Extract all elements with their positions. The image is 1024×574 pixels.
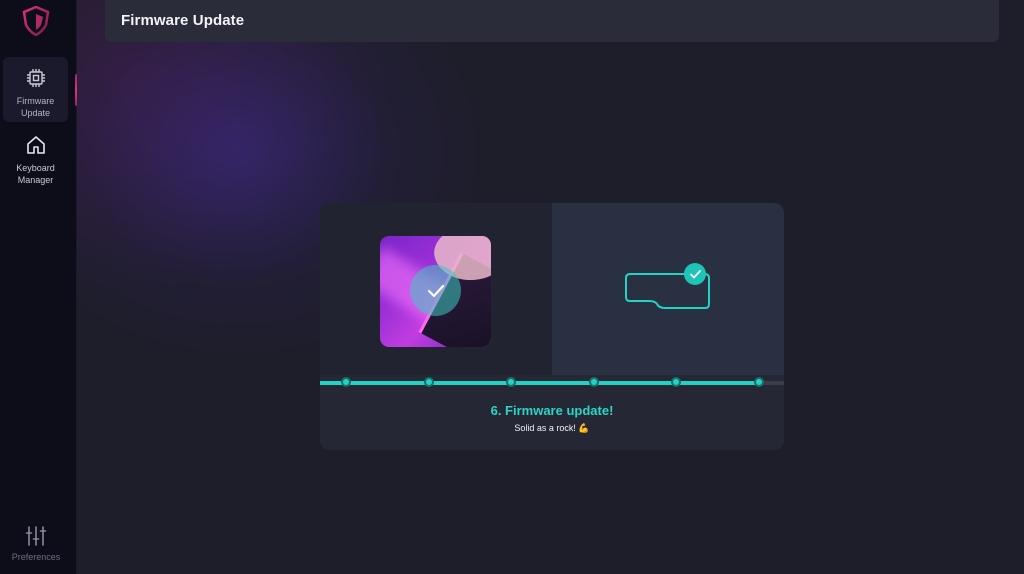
page-header: Firmware Update bbox=[105, 0, 999, 42]
chip-icon bbox=[26, 69, 45, 87]
checkmark-overlay-icon bbox=[410, 265, 461, 316]
keyboard-photo bbox=[380, 236, 491, 347]
sliders-icon bbox=[25, 526, 47, 546]
step-title: 6. Firmware update! bbox=[490, 403, 614, 418]
device-check-icon bbox=[684, 263, 706, 285]
preferences-label: Preferences bbox=[11, 552, 61, 562]
sidebar-item-preferences[interactable]: Preferences bbox=[0, 524, 72, 572]
sidebar-item-label: Keyboard Manager bbox=[16, 163, 55, 185]
main-content: Firmware Update 6. Firmware update! Soli… bbox=[77, 0, 1024, 574]
home-icon bbox=[26, 136, 45, 154]
shield-logo-icon bbox=[22, 6, 50, 36]
progress-step-dot bbox=[506, 377, 517, 387]
firmware-update-card: 6. Firmware update! Solid as a rock! 💪 bbox=[320, 203, 784, 450]
sidebar: Firmware Update Keyboard Manager Prefere… bbox=[0, 0, 78, 574]
sidebar-item-keyboard-manager[interactable]: Keyboard Manager bbox=[3, 124, 68, 189]
progress-step-dot bbox=[754, 377, 764, 387]
step-subtitle: Solid as a rock! 💪 bbox=[514, 423, 590, 433]
sidebar-item-label: Firmware Update bbox=[16, 96, 55, 118]
app-window: Firmware Update Keyboard Manager Prefere… bbox=[0, 0, 1024, 574]
progress-track bbox=[320, 381, 784, 385]
page-title: Firmware Update bbox=[121, 12, 245, 29]
illustration-pane bbox=[320, 203, 552, 375]
progress-step-dot bbox=[671, 377, 682, 387]
progress-fill bbox=[320, 381, 759, 385]
progress-step-dot bbox=[423, 377, 434, 387]
sidebar-item-firmware-update[interactable]: Firmware Update bbox=[3, 57, 68, 122]
progress-step-dot bbox=[588, 377, 599, 387]
progress-step-dot bbox=[341, 377, 351, 387]
